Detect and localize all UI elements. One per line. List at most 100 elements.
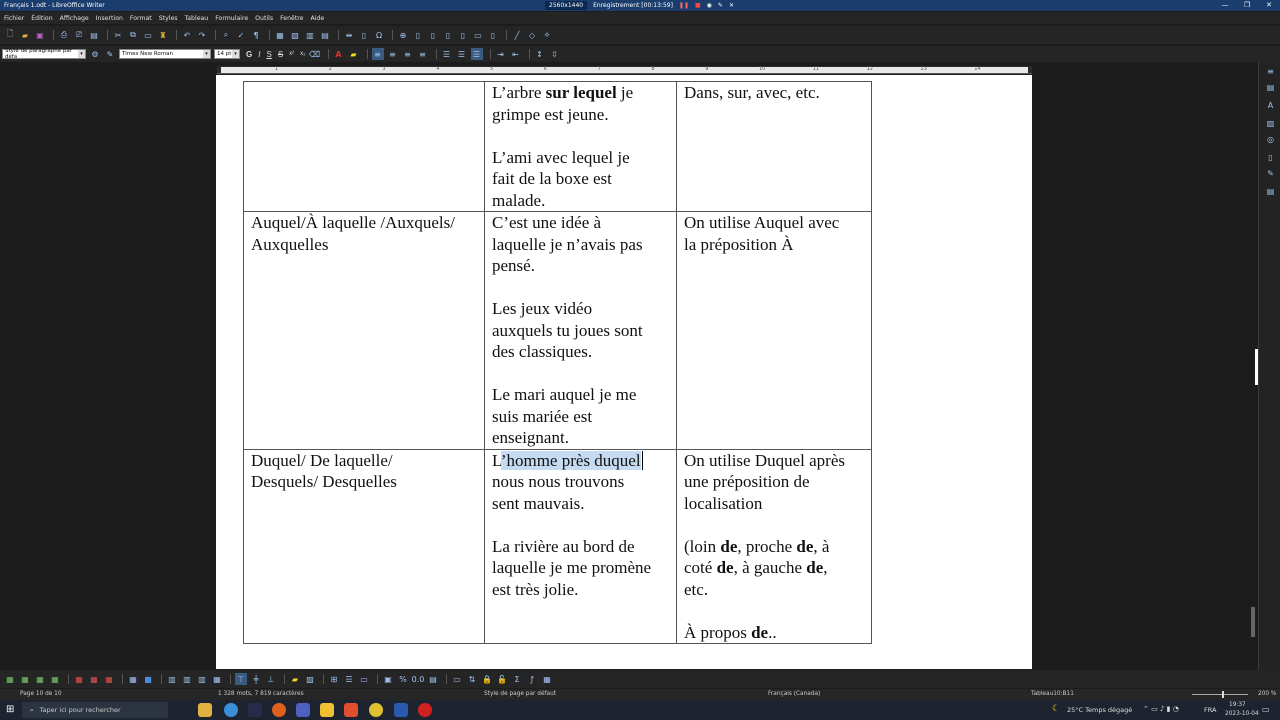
insert-rows-below-icon[interactable]: ▦ (34, 673, 46, 685)
menu-affichage[interactable]: Affichage (60, 15, 89, 22)
italic-button[interactable]: I (258, 50, 260, 59)
select-cell-icon[interactable]: ■ (142, 673, 154, 685)
track-changes-icon[interactable]: ▯ (487, 29, 499, 41)
insert-rows-above-icon[interactable]: ▦ (19, 673, 31, 685)
increase-indent-icon[interactable]: ⇥ (495, 48, 507, 60)
line-icon[interactable]: ╱ (511, 29, 523, 41)
formatting-marks-icon[interactable]: ¶ (250, 29, 262, 41)
edge-icon[interactable] (224, 703, 238, 717)
percent-icon[interactable]: % (397, 673, 409, 685)
find-replace-icon[interactable]: ⌕ (220, 29, 232, 41)
insert-caption-icon[interactable]: ▤ (427, 673, 439, 685)
paragraph-spacing-icon[interactable]: ⇳ (549, 48, 561, 60)
split-table-icon[interactable]: ▥ (196, 673, 208, 685)
clear-formatting-icon[interactable]: ⌫ (309, 48, 321, 60)
page-style[interactable]: Style de page par défaut (484, 691, 556, 697)
insert-field-icon[interactable]: ▯ (358, 29, 370, 41)
menu-outils[interactable]: Outils (255, 15, 273, 22)
cross-reference-icon[interactable]: ▯ (457, 29, 469, 41)
language[interactable]: Français (Canada) (768, 691, 820, 697)
optimize-size-icon[interactable]: ▦ (211, 673, 223, 685)
align-top-icon[interactable]: ⊤ (235, 673, 247, 685)
paste-icon[interactable]: ▭ (142, 29, 154, 41)
table-cell[interactable]: Dans, sur, avec, etc. (676, 81, 872, 212)
brave-icon[interactable] (344, 703, 358, 717)
style-inspector-icon[interactable]: ✎ (1265, 168, 1276, 179)
superscript-button[interactable]: x² (289, 51, 294, 57)
clone-format-icon[interactable]: ♜ (157, 29, 169, 41)
delete-table-icon[interactable]: ▦ (103, 673, 115, 685)
strikethrough-button[interactable]: S (278, 50, 283, 59)
close-recording-icon[interactable]: ✕ (729, 2, 734, 9)
special-character-icon[interactable]: Ω (373, 29, 385, 41)
spellcheck-icon[interactable]: ✓ (235, 29, 247, 41)
footnote-icon[interactable]: ▯ (412, 29, 424, 41)
highlight-color-icon[interactable]: ▰ (348, 48, 360, 60)
page-break-icon[interactable]: ⇹ (343, 29, 355, 41)
notifications-icon[interactable]: ▭ (1262, 705, 1270, 714)
steam-icon[interactable] (248, 703, 262, 717)
scrollbar-thumb[interactable] (1255, 349, 1258, 385)
menu-fichier[interactable]: Fichier (4, 15, 24, 22)
table-cell[interactable]: Auquel/À laquelle /Auxquels/ Auxquelles (243, 211, 485, 450)
export-pdf-icon[interactable]: ⎙ (58, 29, 70, 41)
camera-icon[interactable]: ◉ (707, 2, 712, 9)
update-style-icon[interactable]: ⚙ (89, 48, 101, 60)
subscript-button[interactable]: x₂ (300, 51, 305, 57)
align-center-vertical-icon[interactable]: ╪ (250, 673, 262, 685)
font-name-select[interactable]: Times New Roman ▾ (119, 49, 211, 59)
border-color-icon[interactable]: ▭ (358, 673, 370, 685)
new-style-icon[interactable]: ✎ (104, 48, 116, 60)
paragraph-style-select[interactable]: Style de paragraphe par défa ▾ (2, 48, 86, 60)
menu-tableau[interactable]: Tableau (185, 15, 209, 22)
number-format-icon[interactable]: ▣ (382, 673, 394, 685)
bold-button[interactable]: G (246, 50, 252, 59)
cut-icon[interactable]: ✂ (112, 29, 124, 41)
align-right-icon[interactable]: ≡ (402, 48, 414, 60)
input-language[interactable]: FRA (1204, 706, 1216, 714)
merge-cells-icon[interactable]: ▥ (166, 673, 178, 685)
insert-table-icon[interactable]: ▦ (274, 29, 286, 41)
navigator-icon[interactable]: ◎ (1265, 134, 1276, 145)
gallery-icon[interactable]: ▨ (1265, 118, 1276, 129)
selected-text[interactable]: ’homme près duquel (500, 450, 641, 470)
decrease-indent-icon[interactable]: ⇤ (510, 48, 522, 60)
properties-icon[interactable]: ▤ (1265, 82, 1276, 93)
zoom-level[interactable]: 200 % (1258, 691, 1276, 697)
unprotect-cells-icon[interactable]: 🔓 (496, 673, 508, 685)
document-area[interactable]: L’arbre sur lequel je grimpe est jeune. … (0, 75, 1258, 669)
align-center-icon[interactable]: ≡ (387, 48, 399, 60)
menu-formulaire[interactable]: Formulaire (215, 15, 248, 22)
copy-icon[interactable]: ⧉ (127, 29, 139, 41)
open-folder-icon[interactable]: ▰ (19, 29, 31, 41)
horizontal-ruler[interactable]: 1 2 3 4 5 6 7 8 9 10 11 12 13 14 (217, 66, 1032, 74)
sum-icon[interactable]: Σ (511, 673, 523, 685)
word-count[interactable]: 1 328 mots, 7 819 caractères (218, 691, 304, 697)
page-indicator[interactable]: Page 10 de 10 (20, 691, 62, 697)
font-size-select[interactable]: 14 pt ▾ (214, 49, 240, 59)
menu-format[interactable]: Format (130, 15, 152, 22)
split-cells-icon[interactable]: ▥ (181, 673, 193, 685)
zoom-slider-handle[interactable] (1222, 691, 1224, 698)
delete-columns-icon[interactable]: ▦ (88, 673, 100, 685)
table-cell[interactable]: On utilise Auquel avec la préposition À (676, 211, 872, 450)
insert-table-icon[interactable]: ▦ (4, 673, 16, 685)
taskbar-search[interactable]: ⌕ Taper ici pour rechercher (22, 702, 168, 718)
select-table-icon[interactable]: ▦ (127, 673, 139, 685)
page[interactable]: L’arbre sur lequel je grimpe est jeune. … (216, 75, 1032, 669)
hyperlink-icon[interactable]: ⊕ (397, 29, 409, 41)
new-document-icon[interactable]: 🗋 (4, 29, 16, 41)
sort-icon[interactable]: ⇅ (466, 673, 478, 685)
font-color-icon[interactable]: A (333, 48, 345, 60)
close-icon[interactable]: ✕ (1258, 0, 1280, 11)
basic-shapes-icon[interactable]: ◇ (526, 29, 538, 41)
menu-aide[interactable]: Aide (310, 15, 324, 22)
numbered-list-icon[interactable]: ☰ (456, 48, 468, 60)
print-icon[interactable]: ⎚ (73, 29, 85, 41)
redo-icon[interactable]: ↷ (196, 29, 208, 41)
table-cell[interactable]: Duquel/ De laquelle/ Desquels/ Desquelle… (243, 448, 485, 644)
endnote-icon[interactable]: ▯ (427, 29, 439, 41)
chrome-icon[interactable] (369, 703, 383, 717)
table-cell[interactable]: L’arbre sur lequel je grimpe est jeune. … (484, 81, 677, 212)
print-preview-icon[interactable]: ▤ (88, 29, 100, 41)
